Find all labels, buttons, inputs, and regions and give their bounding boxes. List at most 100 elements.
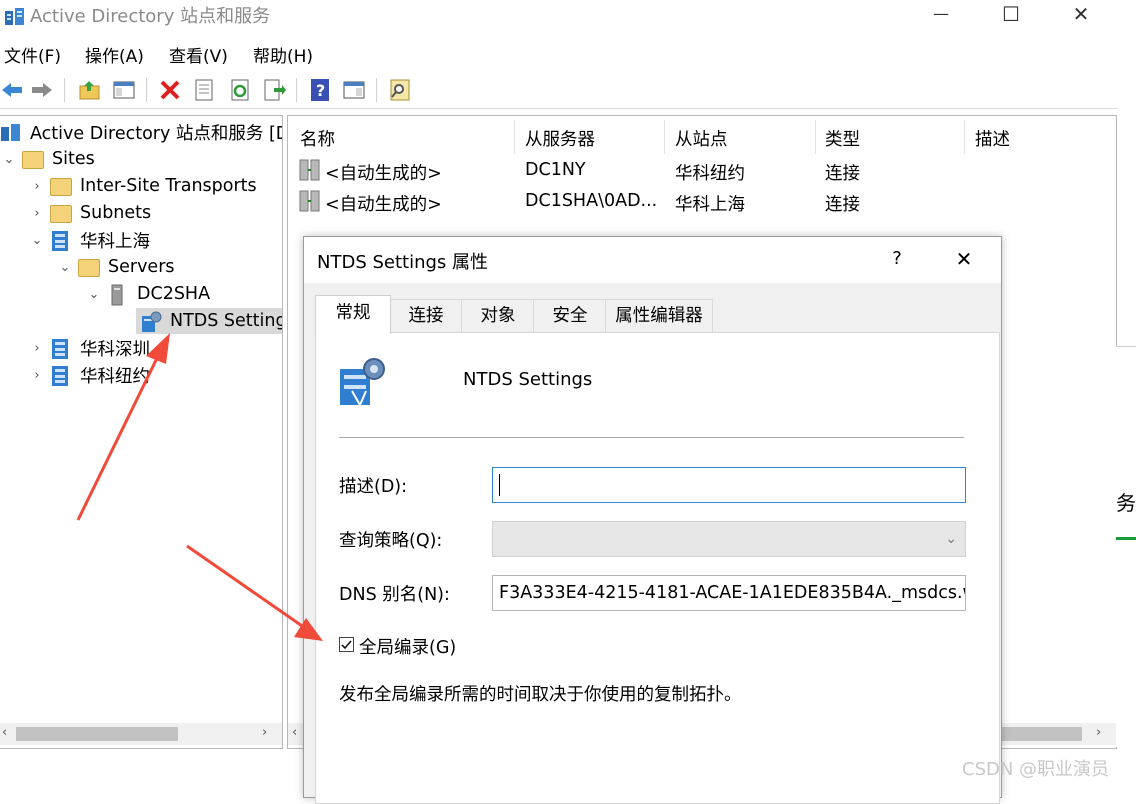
back-icon[interactable] [0, 76, 26, 104]
show-tree-icon[interactable] [110, 76, 138, 104]
divider [339, 437, 964, 438]
description-input[interactable] [492, 467, 966, 503]
background-window-fragment: 务 [1116, 346, 1136, 747]
global-catalog-note: 发布全局编录所需的时间取决于你使用的复制拓扑。 [339, 685, 742, 705]
connection-icon [298, 189, 320, 213]
tree-item-subnets[interactable]: › Subnets [30, 200, 151, 226]
query-policy-select[interactable]: ⌄ [492, 521, 966, 557]
chevron-right-icon[interactable]: › [30, 368, 44, 383]
tree-item-site-newyork[interactable]: › 华科纽约 [30, 362, 150, 388]
svg-text:?: ? [316, 81, 325, 100]
watermark: CSDN @职业演员 [962, 759, 1110, 780]
properties-dialog: NTDS Settings 属性 ? ✕ 常规 连接 对象 安全 属性编辑器 N… [303, 236, 1002, 804]
tab-attribute-editor[interactable]: 属性编辑器 [605, 299, 713, 332]
folder-icon [78, 257, 100, 277]
column-header-name[interactable]: 名称 [300, 126, 335, 151]
tree-label: DC2SHA [137, 284, 211, 304]
forward-icon[interactable] [28, 76, 56, 104]
cell-from-server: DC1SHA\0AD... [525, 191, 658, 211]
ntds-settings-icon [140, 311, 162, 332]
dialog-help-button[interactable]: ? [882, 248, 912, 269]
ad-sites-icon [0, 122, 22, 142]
query-policy-label: 查询策略(Q): [339, 531, 443, 551]
column-header-from-server[interactable]: 从服务器 [525, 126, 595, 151]
dialog-title-bar: NTDS Settings 属性 ? ✕ [304, 237, 1001, 283]
cell-name[interactable]: <自动生成的> [325, 160, 442, 185]
dialog-close-button[interactable]: ✕ [949, 247, 979, 271]
tree-item-site-shenzhen[interactable]: › 华科深圳 [30, 335, 150, 361]
global-catalog-checkbox[interactable] [339, 637, 354, 652]
minimize-button[interactable]: — [918, 0, 964, 30]
scroll-left-icon[interactable]: ‹ [2, 725, 7, 740]
server-icon [107, 284, 129, 306]
chevron-right-icon[interactable]: › [30, 206, 44, 221]
scroll-right-icon[interactable]: › [1096, 725, 1101, 740]
column-header-description[interactable]: 描述 [975, 126, 1010, 151]
tree-horizontal-scrollbar[interactable]: ‹ › [0, 723, 282, 745]
tree-label: Servers [108, 257, 175, 277]
refresh-icon[interactable] [226, 76, 254, 104]
scrollbar-thumb[interactable] [1000, 727, 1082, 741]
tree-item-site-shanghai[interactable]: ⌄ 华科上海 [30, 227, 150, 253]
tab-general[interactable]: 常规 [315, 295, 391, 334]
tree-item-root[interactable]: Active Directory 站点和服务 [DC [0, 119, 283, 145]
find-icon[interactable] [386, 76, 414, 104]
folder-icon [22, 149, 44, 169]
site-icon [50, 365, 72, 386]
folder-icon [50, 203, 72, 223]
chevron-down-icon[interactable]: ⌄ [2, 152, 16, 167]
tree-label: NTDS Settings [170, 311, 282, 331]
export-icon[interactable] [260, 76, 288, 104]
site-icon [50, 338, 72, 359]
chevron-down-icon[interactable]: ⌄ [58, 260, 72, 275]
tree-item-servers[interactable]: ⌄ Servers [58, 254, 175, 280]
scroll-left-icon[interactable]: ‹ [292, 725, 297, 740]
description-label: 描述(D): [339, 477, 408, 497]
cell-type: 连接 [825, 195, 860, 215]
tab-connections[interactable]: 连接 [389, 299, 463, 332]
tree-item-ntds-settings[interactable]: NTDS Settings [136, 308, 282, 334]
action-pane-icon[interactable] [340, 76, 368, 104]
menu-view[interactable]: 查看(V) [169, 42, 228, 67]
menu-file[interactable]: 文件(F) [4, 42, 61, 67]
chevron-right-icon[interactable]: › [30, 341, 44, 356]
tree-label: Active Directory 站点和服务 [DC [30, 123, 283, 144]
ntds-settings-large-icon [336, 355, 392, 409]
tree-item-sites[interactable]: ⌄ Sites [2, 146, 95, 172]
chevron-right-icon[interactable]: › [30, 179, 44, 194]
tree-item-server-dc2sha[interactable]: ⌄ DC2SHA [87, 281, 210, 307]
scroll-right-icon[interactable]: › [262, 725, 267, 740]
help-icon[interactable]: ? [306, 76, 334, 104]
tab-object[interactable]: 对象 [461, 299, 535, 332]
column-header-type[interactable]: 类型 [825, 126, 860, 151]
tree-label: 华科纽约 [80, 366, 150, 387]
tab-security[interactable]: 安全 [533, 299, 607, 332]
close-button[interactable]: ✕ [1058, 0, 1104, 30]
cell-from-site: 华科上海 [675, 195, 745, 215]
window-title: Active Directory 站点和服务 [30, 6, 271, 27]
properties-icon[interactable] [190, 76, 218, 104]
cell-from-site: 华科纽约 [675, 164, 745, 184]
menu-help[interactable]: 帮助(H) [253, 42, 313, 67]
ad-sites-app-icon [5, 8, 24, 25]
global-catalog-label[interactable]: 全局编录(G) [359, 634, 456, 659]
maximize-button[interactable]: ☐ [988, 0, 1034, 30]
cell-from-server: DC1NY [525, 160, 586, 180]
text-cursor [499, 474, 500, 496]
up-folder-icon[interactable] [76, 76, 104, 104]
tree-item-inter-site-transports[interactable]: › Inter-Site Transports [30, 173, 257, 199]
folder-icon [50, 176, 72, 196]
chevron-down-icon[interactable]: ⌄ [87, 287, 101, 302]
cell-name[interactable]: <自动生成的> [325, 191, 442, 216]
column-header-from-site[interactable]: 从站点 [675, 126, 728, 151]
delete-icon[interactable] [156, 76, 184, 104]
tree-label: 华科深圳 [80, 339, 150, 360]
chevron-down-icon[interactable]: ⌄ [30, 233, 44, 248]
tree-label: Subnets [80, 203, 152, 223]
menu-action[interactable]: 操作(A) [85, 42, 144, 67]
site-icon [50, 230, 72, 251]
scrollbar-thumb[interactable] [16, 727, 178, 741]
dns-alias-field[interactable]: F3A333E4-4215-4181-ACAE-1A1EDE835B4A._ms… [492, 575, 966, 611]
tree-label: 华科上海 [80, 231, 150, 252]
tree-label: Sites [52, 149, 95, 169]
